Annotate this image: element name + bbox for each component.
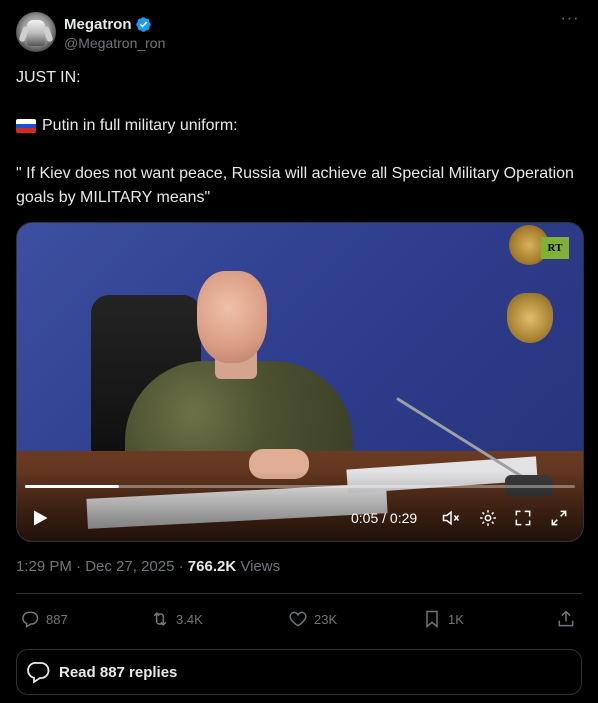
tweet-time[interactable]: 1:29 PM <box>16 558 72 575</box>
video-person-head <box>197 271 267 363</box>
bookmark-icon <box>426 610 438 629</box>
tweet-line-2-text: Putin in full military uniform: <box>42 117 238 134</box>
share-button[interactable] <box>556 608 582 630</box>
tweet-line-1: JUST IN: <box>16 69 81 86</box>
video-progress-bar[interactable] <box>25 485 575 488</box>
video-controls-overlay <box>17 471 583 541</box>
action-bar: 887 3.4K 23K 1K <box>16 608 582 630</box>
repost-count: 3.4K <box>176 611 203 627</box>
play-icon[interactable] <box>31 509 49 527</box>
fullscreen-icon[interactable] <box>549 508 569 528</box>
video-progress-fill <box>25 485 119 488</box>
user-handle[interactable]: @Megatron_ron <box>64 35 165 51</box>
heart-icon <box>289 611 307 627</box>
tweet-line-2: Putin in full military uniform: <box>16 114 238 138</box>
like-button[interactable]: 23K <box>288 608 337 630</box>
reply-button[interactable]: 887 <box>20 608 68 630</box>
replies-bubble-icon <box>27 661 50 684</box>
meta-separator: · <box>71 558 86 575</box>
meta-separator: · <box>174 558 188 575</box>
reply-icon <box>22 611 39 628</box>
reply-count: 887 <box>46 611 68 627</box>
video-player[interactable]: RT 0:05 / 0:29 <box>16 222 584 542</box>
settings-gear-icon[interactable] <box>478 508 498 528</box>
views-count: 766.2K <box>187 558 237 575</box>
avatar-figure <box>27 20 45 46</box>
tweet-date[interactable]: Dec 27, 2025 <box>85 558 174 575</box>
avatar[interactable] <box>16 12 56 52</box>
like-count: 23K <box>314 611 338 627</box>
tweet-meta: 1:29 PM · Dec 27, 2025 · 766.2K Views <box>16 558 280 575</box>
bookmark-count: 1K <box>448 611 464 627</box>
picture-in-picture-icon[interactable] <box>513 508 533 528</box>
read-replies-label: Read 887 replies <box>59 663 178 681</box>
verified-badge-icon <box>135 16 151 32</box>
rt-channel-logo: RT <box>541 237 569 259</box>
bookmark-button[interactable]: 1K <box>422 608 464 630</box>
video-emblem-bottom <box>507 293 553 343</box>
tweet-line-3: " If Kiev does not want peace, Russia wi… <box>16 165 574 206</box>
repost-button[interactable]: 3.4K <box>150 608 203 630</box>
mute-icon[interactable] <box>441 508 461 528</box>
share-icon <box>558 610 574 627</box>
name-row: Megatron <box>64 14 152 34</box>
display-name[interactable]: Megatron <box>64 16 132 33</box>
read-replies-button[interactable]: Read 887 replies <box>16 649 582 695</box>
divider <box>16 593 582 594</box>
video-time: 0:05 / 0:29 <box>351 510 418 526</box>
repost-icon <box>153 612 167 626</box>
views-label: Views <box>236 558 281 575</box>
tweet-header: Megatron @Megatron_ron ··· <box>16 11 582 54</box>
more-options-icon[interactable]: ··· <box>560 11 580 30</box>
russia-flag-icon <box>16 119 36 133</box>
